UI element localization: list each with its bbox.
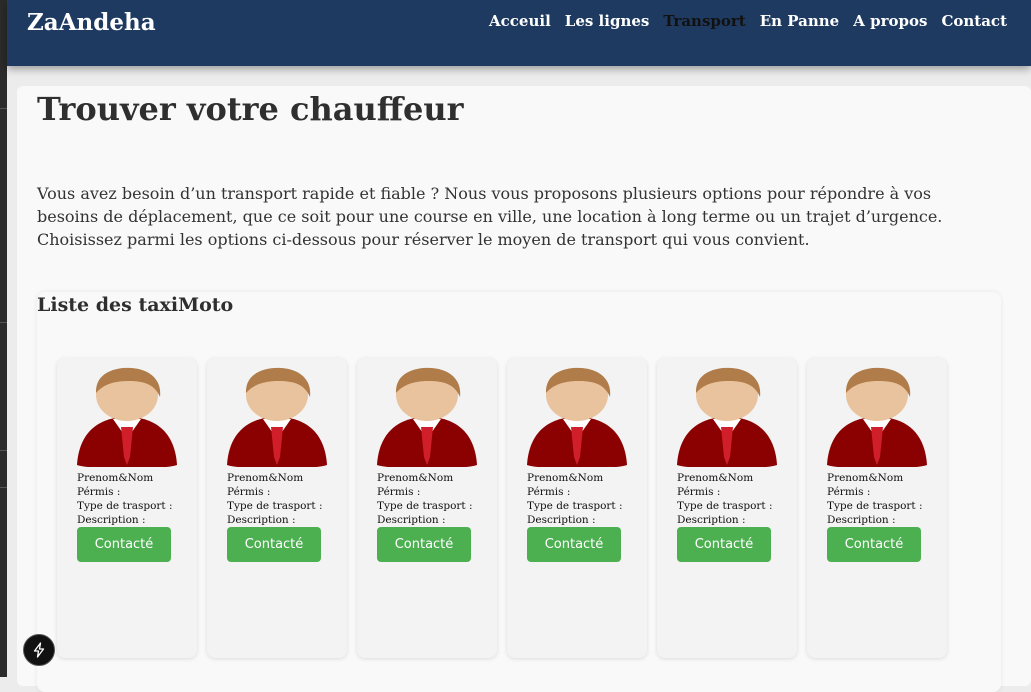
driver-name: Prenom&Nom [227, 472, 304, 484]
contact-button[interactable]: Contacté [827, 527, 921, 562]
main-content: Trouver votre chauffeur Vous avez besoin… [17, 86, 1031, 692]
driver-description: Description : [227, 514, 296, 526]
section-title: Liste des taxiMoto [37, 294, 234, 316]
page-title: Trouver votre chauffeur [37, 90, 464, 128]
user-avatar-icon [377, 367, 477, 467]
lightning-icon [33, 642, 45, 658]
driver-name: Prenom&Nom [827, 472, 904, 484]
driver-name: Prenom&Nom [677, 472, 754, 484]
contact-button[interactable]: Contacté [527, 527, 621, 562]
brand-logo[interactable]: ZaAndeha [27, 9, 156, 36]
nextjs-icon[interactable] [23, 634, 55, 666]
driver-card: Prenom&Nom Pérmis : Type de trasport : D… [207, 358, 347, 658]
user-avatar-icon [527, 367, 627, 467]
driver-info: Prenom&Nom Pérmis : Type de trasport : D… [227, 471, 323, 527]
contact-button[interactable]: Contacté [227, 527, 321, 562]
driver-description: Description : [677, 514, 746, 526]
driver-card: Prenom&Nom Pérmis : Type de trasport : D… [657, 358, 797, 658]
driver-transport-type: Type de trasport : [527, 500, 623, 512]
driver-info: Prenom&Nom Pérmis : Type de trasport : D… [677, 471, 773, 527]
contact-button[interactable]: Contacté [677, 527, 771, 562]
nav-links: Acceuil Les lignes Transport En Panne A … [489, 12, 1007, 30]
nav-link-en-panne[interactable]: En Panne [760, 12, 840, 30]
driver-description: Description : [77, 514, 146, 526]
nav-link-transport[interactable]: Transport [663, 12, 745, 30]
user-avatar-icon [227, 367, 327, 467]
driver-card: Prenom&Nom Pérmis : Type de trasport : D… [807, 358, 947, 658]
driver-transport-type: Type de trasport : [827, 500, 923, 512]
driver-description: Description : [827, 514, 896, 526]
driver-description: Description : [527, 514, 596, 526]
driver-permis: Pérmis : [827, 486, 871, 498]
driver-transport-type: Type de trasport : [677, 500, 773, 512]
driver-permis: Pérmis : [527, 486, 571, 498]
driver-permis: Pérmis : [77, 486, 121, 498]
driver-permis: Pérmis : [377, 486, 421, 498]
driver-card: Prenom&Nom Pérmis : Type de trasport : D… [507, 358, 647, 658]
driver-name: Prenom&Nom [377, 472, 454, 484]
nav-link-les-lignes[interactable]: Les lignes [565, 12, 650, 30]
driver-description: Description : [377, 514, 446, 526]
driver-transport-type: Type de trasport : [377, 500, 473, 512]
user-avatar-icon [77, 367, 177, 467]
driver-card: Prenom&Nom Pérmis : Type de trasport : D… [357, 358, 497, 658]
user-avatar-icon [827, 367, 927, 467]
driver-transport-type: Type de trasport : [227, 500, 323, 512]
driver-info: Prenom&Nom Pérmis : Type de trasport : D… [77, 471, 173, 527]
driver-info: Prenom&Nom Pérmis : Type de trasport : D… [827, 471, 923, 527]
driver-transport-type: Type de trasport : [77, 500, 173, 512]
driver-name: Prenom&Nom [77, 472, 154, 484]
contact-button[interactable]: Contacté [77, 527, 171, 562]
driver-permis: Pérmis : [677, 486, 721, 498]
left-edge-strip [0, 0, 7, 677]
navbar: ZaAndeha Acceuil Les lignes Transport En… [7, 0, 1031, 66]
driver-info: Prenom&Nom Pérmis : Type de trasport : D… [527, 471, 623, 527]
nav-link-a-propos[interactable]: A propos [853, 12, 927, 30]
driver-permis: Pérmis : [227, 486, 271, 498]
taximoto-list-section: Liste des taxiMoto Prenom&Nom Pérmis : T… [37, 292, 1001, 692]
driver-name: Prenom&Nom [527, 472, 604, 484]
contact-button[interactable]: Contacté [377, 527, 471, 562]
user-avatar-icon [677, 367, 777, 467]
driver-card: Prenom&Nom Pérmis : Type de trasport : D… [57, 358, 197, 658]
intro-paragraph: Vous avez besoin d’un transport rapide e… [37, 184, 943, 249]
nav-link-acceuil[interactable]: Acceuil [489, 12, 551, 30]
driver-info: Prenom&Nom Pérmis : Type de trasport : D… [377, 471, 473, 527]
nav-link-contact[interactable]: Contact [941, 12, 1007, 30]
